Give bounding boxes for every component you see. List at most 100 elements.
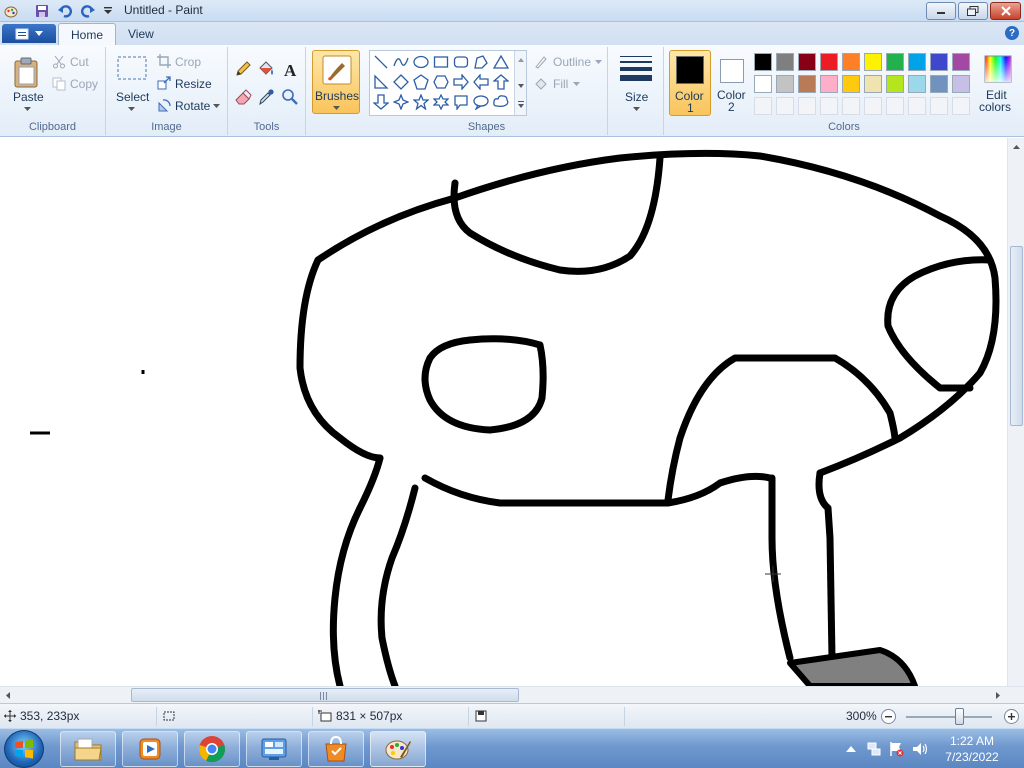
palette-swatch[interactable]	[798, 53, 816, 71]
color-picker-icon[interactable]	[256, 87, 276, 107]
taskbar-chrome[interactable]	[184, 731, 240, 767]
help-icon[interactable]: ?	[1005, 26, 1019, 40]
custom-swatch[interactable]	[754, 97, 772, 115]
custom-swatch[interactable]	[930, 97, 948, 115]
palette-swatch[interactable]	[842, 75, 860, 93]
system-clock[interactable]: 1:22 AM 7/23/2022	[922, 733, 1022, 765]
triangle-shape-icon[interactable]	[492, 53, 510, 71]
palette-swatch[interactable]	[930, 53, 948, 71]
scroll-right-icon[interactable]	[993, 688, 1003, 703]
custom-swatch[interactable]	[886, 97, 904, 115]
size-lines-icon[interactable]	[620, 55, 652, 83]
size-label[interactable]: Size	[625, 90, 648, 104]
chevron-down-icon[interactable]	[632, 106, 640, 112]
rectangle-shape-icon[interactable]	[432, 53, 450, 71]
paste-icon[interactable]	[12, 55, 40, 89]
taskbar-explorer[interactable]	[60, 731, 116, 767]
palette-swatch[interactable]	[952, 53, 970, 71]
taskbar-store[interactable]	[308, 731, 364, 767]
cut-button[interactable]: Cut	[70, 55, 89, 69]
chevron-down-icon[interactable]	[23, 106, 31, 112]
redo-icon[interactable]	[80, 3, 96, 19]
restore-button[interactable]	[958, 2, 988, 20]
vertical-scrollbar[interactable]	[1007, 138, 1024, 686]
tab-home[interactable]: Home	[58, 23, 117, 45]
zoom-slider-track[interactable]	[906, 716, 992, 718]
magnifier-icon[interactable]	[280, 87, 300, 107]
show-hidden-icons[interactable]	[846, 745, 856, 753]
resize-button[interactable]: Resize	[175, 77, 212, 91]
chevron-down-icon[interactable]	[212, 103, 220, 109]
select-label[interactable]: Select	[116, 90, 149, 104]
chevron-down-icon[interactable]	[127, 106, 135, 112]
start-button[interactable]	[4, 730, 44, 768]
palette-swatch[interactable]	[798, 75, 816, 93]
left-arrow-shape-icon[interactable]	[472, 73, 490, 91]
rounded-rectangle-shape-icon[interactable]	[452, 53, 470, 71]
taskbar-paint[interactable]	[370, 731, 426, 767]
save-icon[interactable]	[34, 3, 50, 19]
fill-button[interactable]: Fill	[553, 77, 568, 91]
select-icon[interactable]	[116, 55, 148, 81]
cloud-callout-shape-icon[interactable]	[492, 93, 510, 111]
vertical-scroll-thumb[interactable]	[1010, 246, 1023, 426]
scroll-up-icon[interactable]	[1008, 142, 1024, 152]
custom-swatch[interactable]	[952, 97, 970, 115]
crop-button[interactable]: Crop	[175, 55, 201, 69]
oval-callout-shape-icon[interactable]	[472, 93, 490, 111]
horizontal-scrollbar[interactable]	[0, 686, 1024, 703]
rotate-button[interactable]: Rotate	[175, 99, 210, 113]
brushes-button[interactable]: Brushes	[312, 50, 360, 114]
palette-swatch[interactable]	[754, 53, 772, 71]
action-center-flag-icon[interactable]	[888, 741, 904, 757]
palette-swatch[interactable]	[820, 53, 838, 71]
rounded-callout-shape-icon[interactable]	[452, 93, 470, 111]
curve-shape-icon[interactable]	[392, 53, 410, 71]
right-triangle-shape-icon[interactable]	[372, 73, 390, 91]
palette-swatch[interactable]	[864, 53, 882, 71]
custom-swatch[interactable]	[842, 97, 860, 115]
five-point-star-shape-icon[interactable]	[412, 93, 430, 111]
customize-toolbar-icon[interactable]	[100, 3, 116, 19]
diamond-shape-icon[interactable]	[392, 73, 410, 91]
hexagon-shape-icon[interactable]	[432, 73, 450, 91]
minimize-button[interactable]	[926, 2, 956, 20]
palette-swatch[interactable]	[908, 53, 926, 71]
taskbar-control-panel[interactable]	[246, 731, 302, 767]
custom-swatch[interactable]	[820, 97, 838, 115]
color2-button[interactable]: Color 2	[714, 50, 750, 116]
palette-swatch[interactable]	[776, 75, 794, 93]
close-button[interactable]	[990, 2, 1021, 20]
tab-view[interactable]: View	[116, 23, 166, 45]
palette-swatch[interactable]	[842, 53, 860, 71]
edit-colors-button[interactable]: Edit colors	[977, 50, 1019, 116]
outline-button[interactable]: Outline	[553, 55, 591, 69]
fill-bucket-icon[interactable]	[256, 59, 276, 79]
zoom-in-button[interactable]	[1004, 709, 1019, 724]
polygon-shape-icon[interactable]	[472, 53, 490, 71]
pencil-icon[interactable]	[233, 59, 253, 79]
line-shape-icon[interactable]	[372, 53, 390, 71]
palette-swatch[interactable]	[930, 75, 948, 93]
text-icon[interactable]: A	[280, 59, 300, 79]
network-icon[interactable]	[866, 741, 882, 757]
zoom-slider-thumb[interactable]	[955, 708, 964, 725]
color1-button[interactable]: Color 1	[669, 50, 711, 116]
custom-swatch[interactable]	[798, 97, 816, 115]
paste-label[interactable]: Paste	[13, 90, 44, 104]
down-arrow-shape-icon[interactable]	[372, 93, 390, 111]
custom-swatch[interactable]	[776, 97, 794, 115]
palette-swatch[interactable]	[820, 75, 838, 93]
palette-swatch[interactable]	[886, 75, 904, 93]
palette-swatch[interactable]	[864, 75, 882, 93]
paint-app-icon[interactable]	[3, 3, 19, 19]
up-arrow-shape-icon[interactable]	[492, 73, 510, 91]
custom-swatch[interactable]	[864, 97, 882, 115]
six-point-star-shape-icon[interactable]	[432, 93, 450, 111]
palette-swatch[interactable]	[908, 75, 926, 93]
custom-swatch[interactable]	[908, 97, 926, 115]
eraser-icon[interactable]	[233, 87, 253, 107]
taskbar-media-player[interactable]	[122, 731, 178, 767]
palette-swatch[interactable]	[754, 75, 772, 93]
right-arrow-shape-icon[interactable]	[452, 73, 470, 91]
